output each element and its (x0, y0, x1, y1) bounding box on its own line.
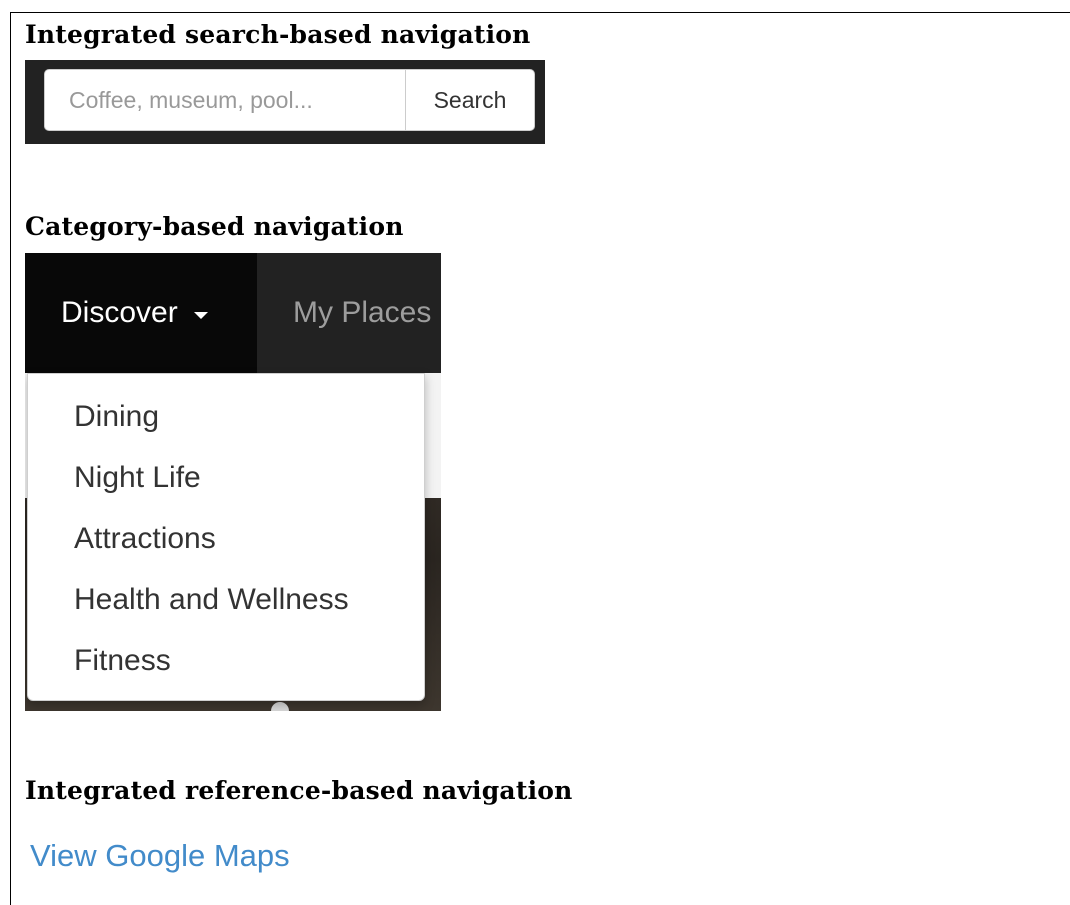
dropdown-item-dining[interactable]: Dining (28, 386, 424, 447)
discover-dropdown-menu: Dining Night Life Attractions Health and… (27, 373, 425, 701)
dropdown-item-attractions[interactable]: Attractions (28, 508, 424, 569)
navbar: Discover My Places (25, 253, 441, 373)
dropdown-item-night-life[interactable]: Night Life (28, 447, 424, 508)
dropdown-item-fitness[interactable]: Fitness (28, 630, 424, 691)
view-google-maps-link[interactable]: View Google Maps (30, 838, 290, 874)
search-section-heading: Integrated search-based navigation (25, 20, 531, 49)
search-bar: Search (25, 60, 545, 144)
search-input[interactable] (44, 69, 406, 131)
nav-my-places[interactable]: My Places (293, 253, 431, 373)
category-nav-panel: Discover My Places Dining Night Life Att… (25, 253, 441, 711)
reference-section-heading: Integrated reference-based navigation (25, 776, 573, 805)
category-section-heading: Category-based navigation (25, 212, 404, 241)
frame-left-border (10, 12, 11, 905)
dropdown-item-health-and-wellness[interactable]: Health and Wellness (28, 569, 424, 630)
nav-discover-dropdown-toggle[interactable]: Discover (25, 253, 257, 373)
nav-discover-label: Discover (61, 296, 178, 329)
frame-top-border (10, 12, 1070, 13)
search-button[interactable]: Search (405, 69, 535, 131)
caret-down-icon (193, 311, 208, 319)
